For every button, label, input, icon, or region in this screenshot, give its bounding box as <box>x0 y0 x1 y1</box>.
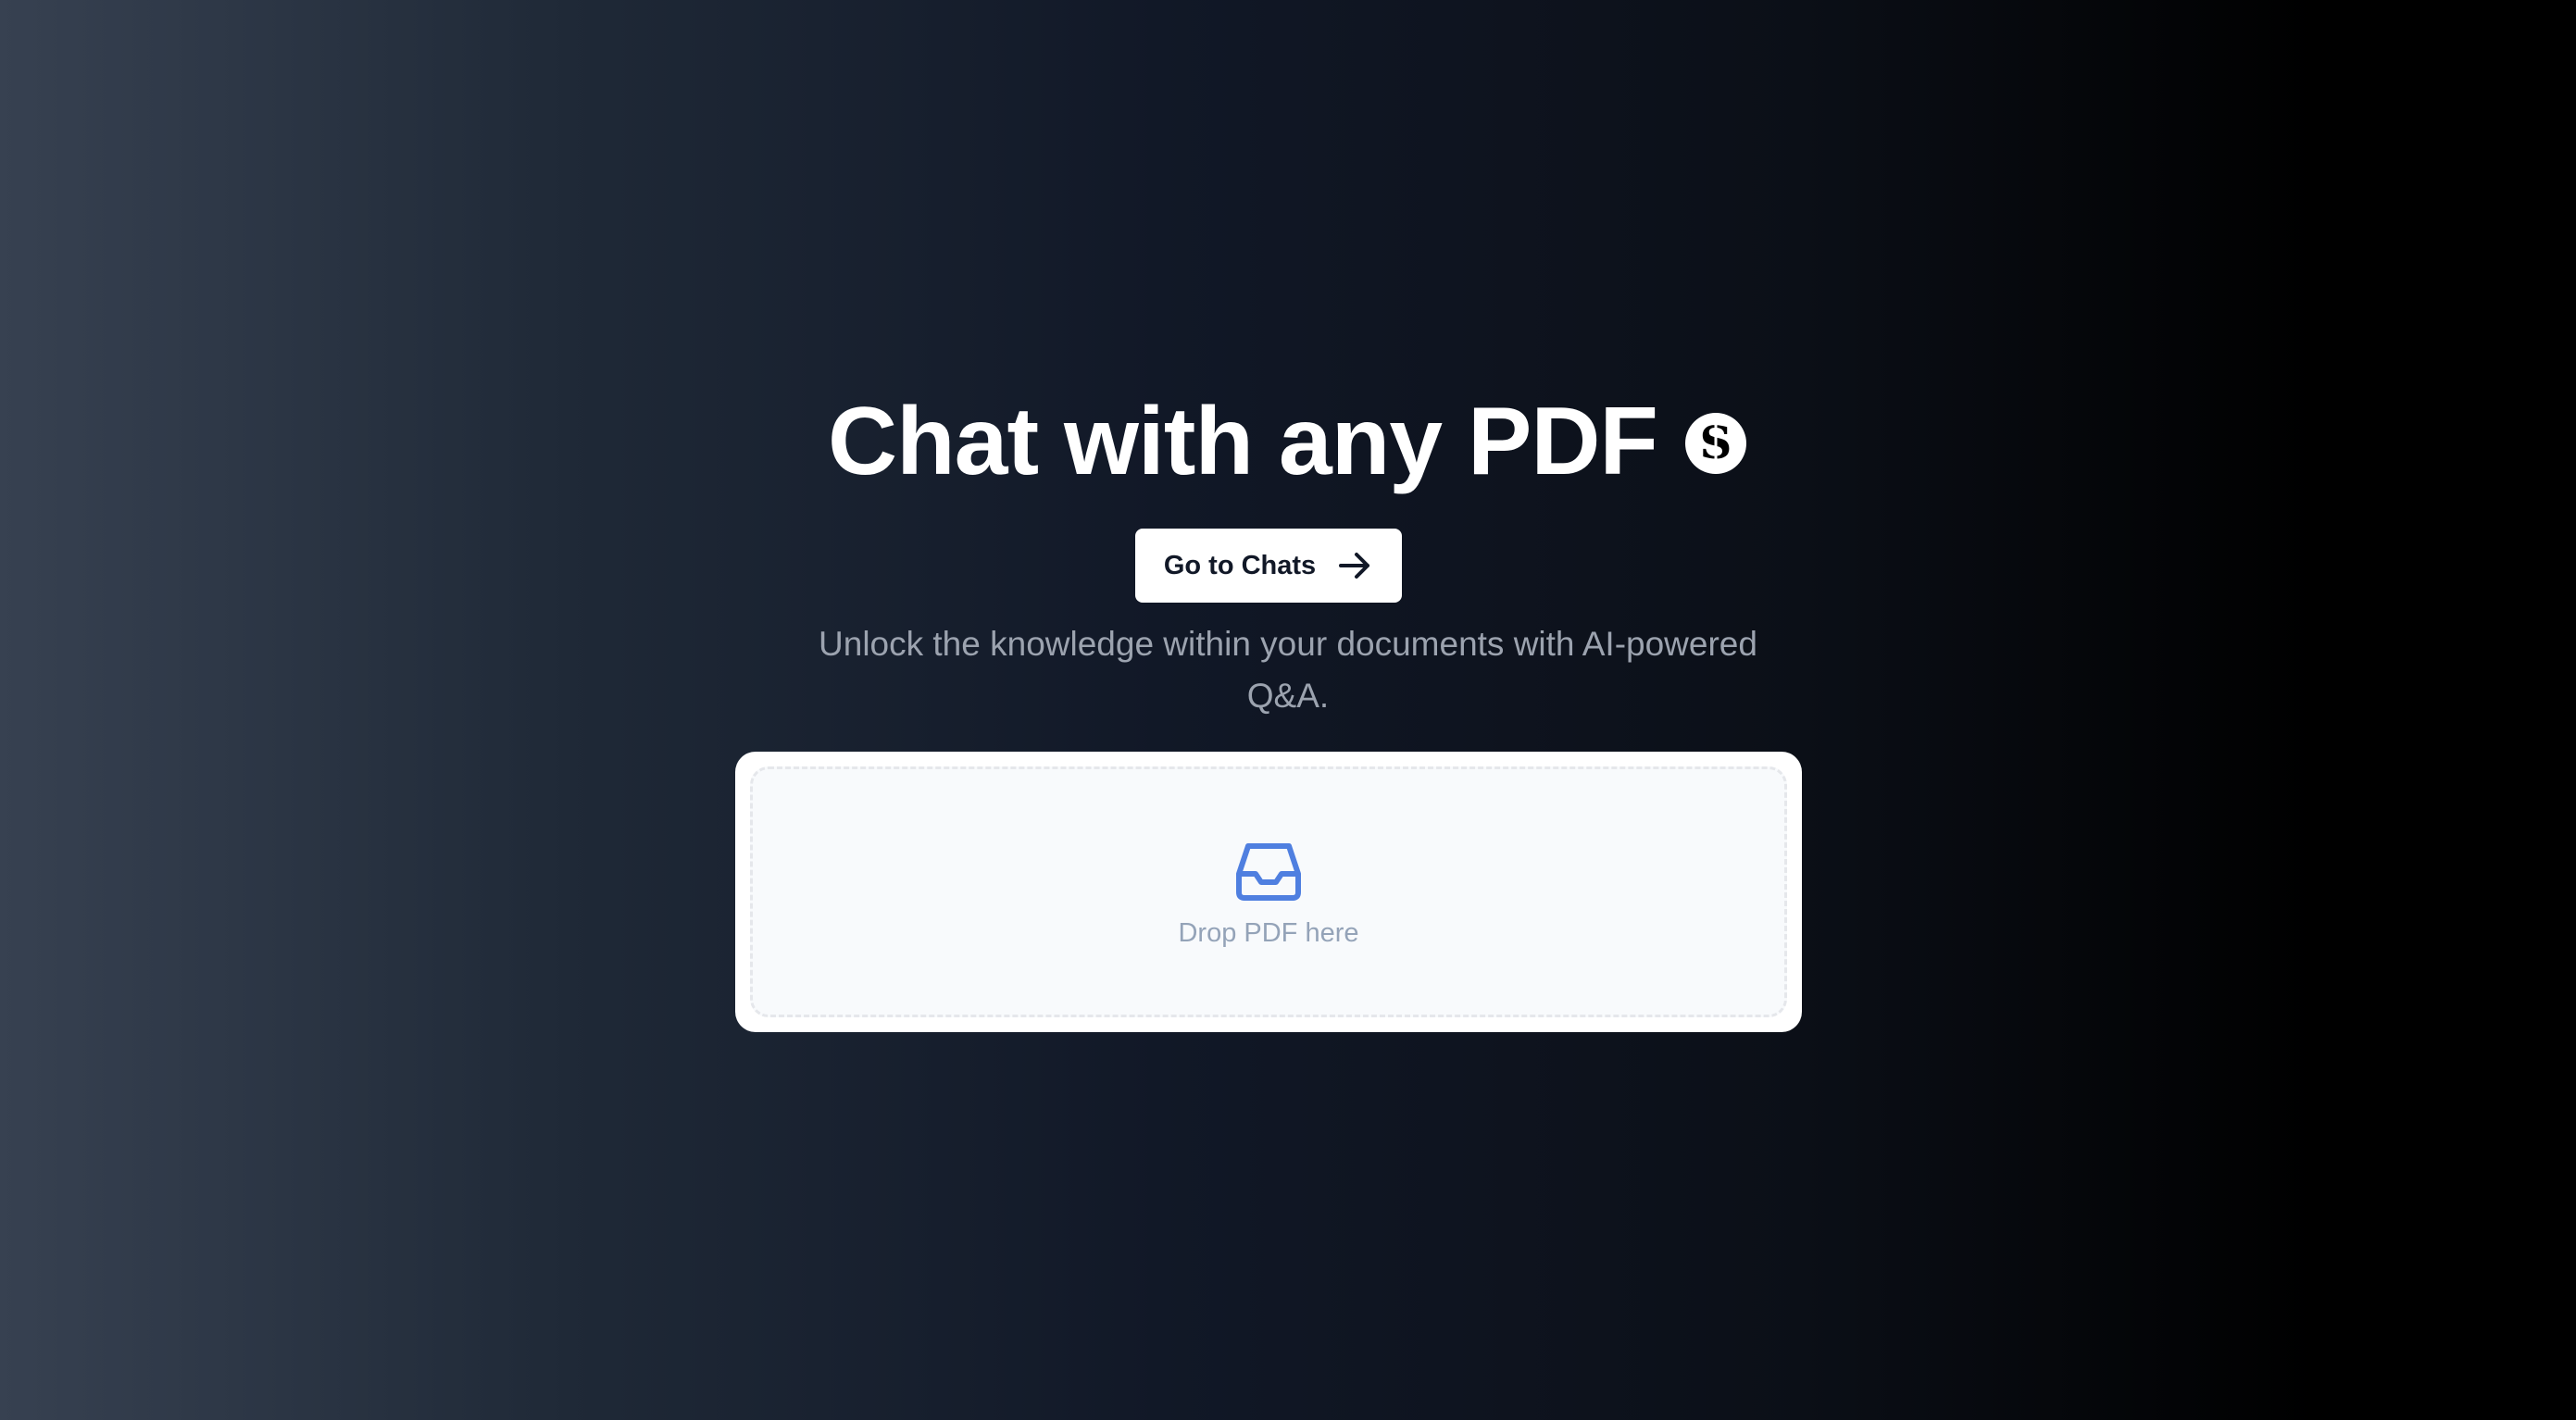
subtitle: Unlock the knowledge within your documen… <box>0 618 2576 722</box>
inbox-icon <box>1233 841 1304 902</box>
hero-section: Chat with any PDF S Go to Chats Unlock t… <box>0 0 2576 1420</box>
dropzone-label: Drop PDF here <box>1178 918 1359 948</box>
s-logo-icon: S <box>1683 411 1748 476</box>
pdf-dropzone[interactable]: Drop PDF here <box>750 766 1787 1017</box>
subtitle-line-1: Unlock the knowledge within your documen… <box>819 625 1757 663</box>
go-to-chats-button[interactable]: Go to Chats <box>1135 529 1402 603</box>
title-row: Chat with any PDF S <box>0 393 2576 490</box>
upload-card: Drop PDF here <box>735 752 1802 1032</box>
page-title: Chat with any PDF <box>828 388 1658 495</box>
go-to-chats-label: Go to Chats <box>1163 550 1317 580</box>
subtitle-line-2: Q&A. <box>1246 677 1330 715</box>
arrow-right-icon <box>1336 547 1373 584</box>
